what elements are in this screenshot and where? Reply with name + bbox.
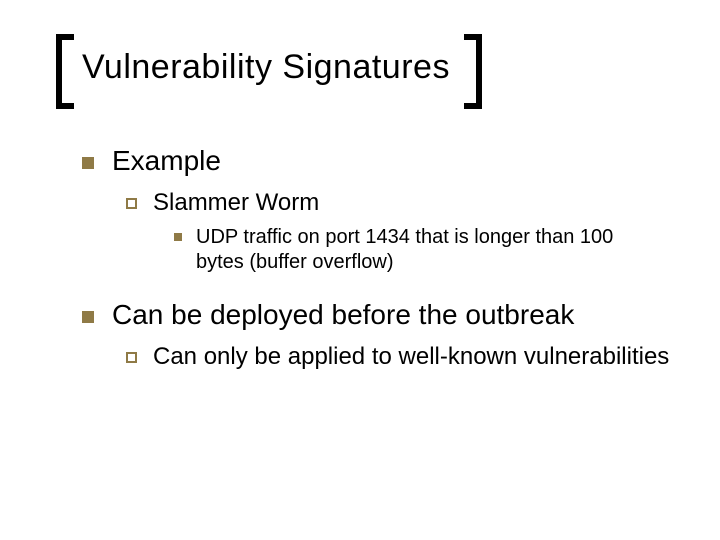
list-item-label: Slammer Worm xyxy=(153,189,319,217)
list-item: Example xyxy=(82,145,680,177)
hollow-square-bullet-icon xyxy=(126,198,137,209)
bracket-right-icon xyxy=(464,34,482,109)
list-item-label: Example xyxy=(112,145,221,177)
square-bullet-icon xyxy=(82,157,94,169)
slide-title: Vulnerability Signatures xyxy=(72,48,476,97)
slide: Vulnerability Signatures Example Slammer… xyxy=(0,0,720,540)
list-item: UDP traffic on port 1434 that is longer … xyxy=(174,225,680,275)
list-item-label: UDP traffic on port 1434 that is longer … xyxy=(196,225,656,275)
list-item-label: Can only be applied to well-known vulner… xyxy=(153,343,669,371)
title-wrap: Vulnerability Signatures xyxy=(72,48,476,97)
list-item: Slammer Worm xyxy=(126,189,680,217)
list-item: Can only be applied to well-known vulner… xyxy=(126,343,680,371)
list-item: Can be deployed before the outbreak xyxy=(82,299,680,331)
list-item-label: Can be deployed before the outbreak xyxy=(112,299,574,331)
hollow-square-bullet-icon xyxy=(126,352,137,363)
bracket-left-icon xyxy=(56,34,74,109)
slide-content: Example Slammer Worm UDP traffic on port… xyxy=(72,145,680,371)
square-bullet-icon xyxy=(82,311,94,323)
small-square-bullet-icon xyxy=(174,233,182,241)
